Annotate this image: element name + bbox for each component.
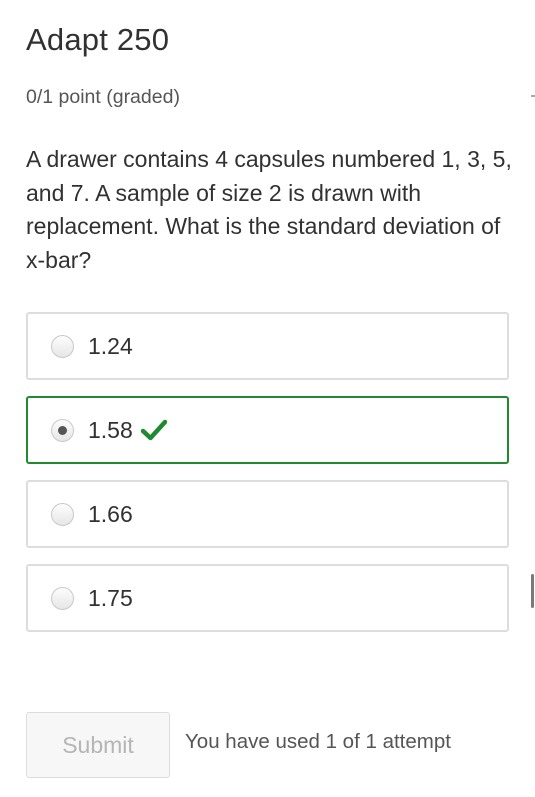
radio-button[interactable] [51,334,74,358]
scrollbar-thumb[interactable] [531,574,534,608]
options-list: 1.24 1.58 1.66 1.75 [26,312,509,648]
radio-button[interactable] [51,502,74,526]
check-icon [140,419,167,441]
attempts-text: You have used 1 of 1 attempt [185,730,451,753]
option-3[interactable]: 1.66 [26,480,509,548]
option-label: 1.24 [88,332,133,359]
radio-button-selected[interactable] [51,418,74,442]
option-label: 1.66 [88,500,133,527]
points-label: 0/1 point (graded) [26,86,180,108]
radio-dot [58,425,67,435]
submit-button[interactable]: Submit [26,712,170,778]
radio-button[interactable] [51,586,74,610]
option-2[interactable]: 1.58 [26,396,509,464]
question-text: A drawer contains 4 capsules numbered 1,… [26,146,512,273]
option-1[interactable]: 1.24 [26,312,509,380]
problem-title: Adapt 250 [26,22,170,57]
option-4[interactable]: 1.75 [26,564,509,632]
option-label: 1.58 [88,416,133,443]
option-label: 1.75 [88,584,133,611]
edge-marker [531,95,535,97]
